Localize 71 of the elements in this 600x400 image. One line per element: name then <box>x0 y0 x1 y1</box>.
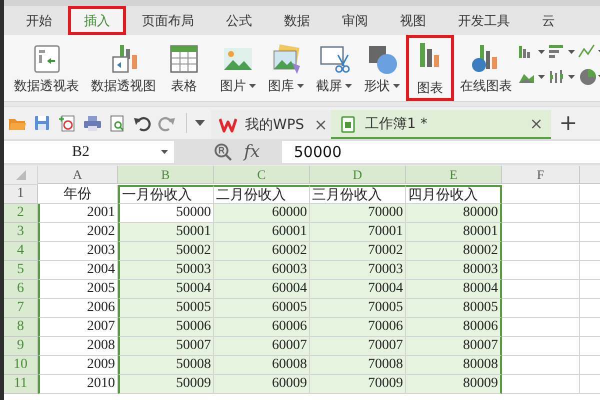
ribbon-button[interactable]: 表格 <box>162 35 206 101</box>
close-button[interactable]: × <box>312 115 330 134</box>
ribbon-tab[interactable]: 公式 <box>210 6 268 35</box>
ribbon-tab[interactable]: 开发工具 <box>442 6 526 35</box>
table-cell: 70004 <box>310 280 406 299</box>
table-cell: 80004 <box>406 280 502 299</box>
table-cell: 50004 <box>118 280 214 299</box>
table-cell: 60006 <box>214 318 310 337</box>
table-cell: 70000 <box>310 204 406 223</box>
name-box[interactable]: B2 <box>4 141 174 163</box>
row-header[interactable]: 1 <box>4 185 38 204</box>
close-button[interactable]: × <box>528 114 545 133</box>
table-cell: 60009 <box>214 375 310 394</box>
ribbon-tab[interactable]: 插入 <box>68 6 126 35</box>
table-cell: 年份 <box>38 185 118 204</box>
table-cell: 70002 <box>310 242 406 261</box>
table-cell: 60008 <box>214 356 310 375</box>
ribbon-button[interactable]: 图库 <box>262 35 310 101</box>
table-cell: 70003 <box>310 261 406 280</box>
function-button[interactable]: fx <box>244 142 260 162</box>
ribbon-tab[interactable]: 数据 <box>268 6 326 35</box>
table-cell: 50008 <box>118 356 214 375</box>
table-cell: 60005 <box>214 299 310 318</box>
table-cell: 60002 <box>214 242 310 261</box>
table-cell: 80007 <box>406 337 502 356</box>
table-cell: 80001 <box>406 223 502 242</box>
table-cell: 70007 <box>310 337 406 356</box>
document-tab[interactable]: 工作簿1 * × <box>331 110 551 139</box>
column-header[interactable]: A <box>38 166 118 184</box>
table-cell: 50009 <box>118 375 214 394</box>
table-cell: 70001 <box>310 223 406 242</box>
table-cell: 50000 <box>118 204 214 223</box>
ribbon-tab[interactable]: 云 <box>526 6 571 35</box>
table-cell: 70009 <box>310 375 406 394</box>
table-cell: 50005 <box>118 299 214 318</box>
ribbon-button[interactable]: 数据透视图 <box>85 35 162 101</box>
ribbon-button[interactable]: 数据透视表 <box>8 35 85 101</box>
ribbon-tab[interactable]: 开始 <box>10 6 68 35</box>
table-cell: 70006 <box>310 318 406 337</box>
table-cell: 50001 <box>118 223 214 242</box>
column-header[interactable]: F <box>502 166 580 184</box>
ribbon-button[interactable]: 形状 <box>358 35 406 101</box>
table-cell: 60003 <box>214 261 310 280</box>
table-cell: 80008 <box>406 356 502 375</box>
table-cell: 80003 <box>406 261 502 280</box>
formula-field[interactable]: 50000 <box>282 141 600 163</box>
table-cell: 50006 <box>118 318 214 337</box>
table-cell: 50002 <box>118 242 214 261</box>
ribbon-button[interactable]: 截屏 <box>310 35 358 101</box>
table-cell: 50007 <box>118 337 214 356</box>
table-cell: 60004 <box>214 280 310 299</box>
table-cell: 70008 <box>310 356 406 375</box>
table-cell: 60000 <box>214 204 310 223</box>
table-cell: 70005 <box>310 299 406 318</box>
table-cell: 60007 <box>214 337 310 356</box>
document-tab[interactable]: 我的WPS × <box>211 110 331 139</box>
table-cell: 60001 <box>214 223 310 242</box>
table-cell: 80002 <box>406 242 502 261</box>
new-tab-button[interactable]: + <box>551 110 586 136</box>
table-cell: 80006 <box>406 318 502 337</box>
ribbon-tab[interactable]: 视图 <box>384 6 442 35</box>
table-cell: 50003 <box>118 261 214 280</box>
ribbon-tab[interactable]: 审阅 <box>326 6 384 35</box>
table-cell: 80009 <box>406 375 502 394</box>
ribbon-button[interactable]: 在线图表 <box>454 35 518 101</box>
cell-reference: B2 <box>72 144 90 160</box>
table-cell: 80000 <box>406 204 502 223</box>
ribbon-tab[interactable]: 页面布局 <box>126 6 210 35</box>
table-cell: 80005 <box>406 299 502 318</box>
ribbon-button[interactable]: 图表 <box>406 35 454 101</box>
ribbon-button[interactable]: 图片 <box>214 35 262 101</box>
